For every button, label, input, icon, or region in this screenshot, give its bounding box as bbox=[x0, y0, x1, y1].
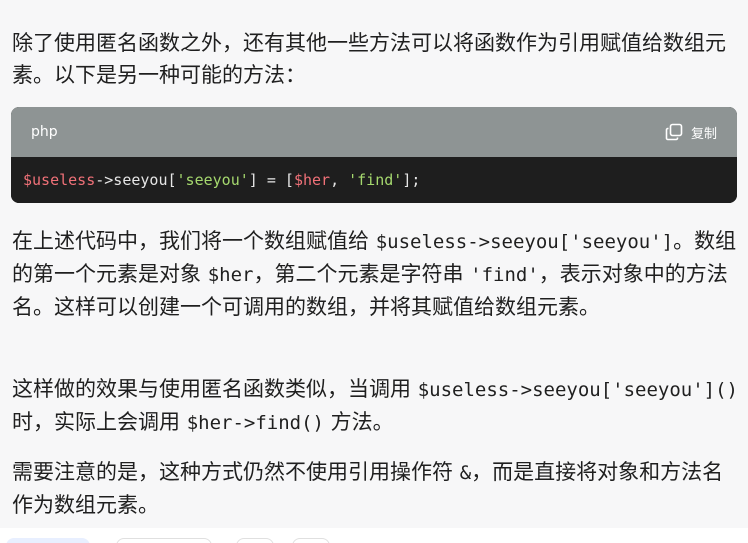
intro-paragraph: 除了使用匿名函数之外，还有其他一些方法可以将函数作为引用赋值给数组元素。以下是另… bbox=[12, 27, 740, 91]
text-segment: 需要注意的是，这种方式仍然不使用引用操作符 bbox=[12, 460, 460, 484]
inline-code: $useless->seeyou['seeyou']() bbox=[417, 379, 738, 401]
code-language-label: php bbox=[31, 124, 58, 140]
action-button[interactable] bbox=[236, 538, 274, 543]
intro-text: 除了使用匿名函数之外，还有其他一些方法可以将函数作为引用赋值给数组元素。以下是另… bbox=[12, 31, 726, 87]
text-segment: 在上述代码中，我们将一个数组赋值给 bbox=[12, 229, 376, 253]
code-block: php 复制 $useless ->seeyou['seeyou'] = [$he… bbox=[11, 107, 737, 203]
text-segment: 方法。 bbox=[323, 410, 394, 434]
text-segment: 时，实际上会调用 bbox=[12, 410, 187, 434]
text-segment: ，第二个元素是字符串 bbox=[253, 262, 471, 286]
code-token-variable: $useless bbox=[23, 171, 96, 189]
code-content: $useless ->seeyou['seeyou'] = [$her, 'fin… bbox=[11, 157, 737, 203]
effect-paragraph: 这样做的效果与使用匿名函数类似，当调用 $useless->seeyou['se… bbox=[12, 373, 740, 439]
action-button[interactable] bbox=[6, 538, 90, 543]
action-bar bbox=[0, 528, 748, 543]
copy-code-button[interactable]: 复制 bbox=[665, 123, 717, 142]
text-segment: 这样做的效果与使用匿名函数类似，当调用 bbox=[12, 377, 418, 401]
assistant-message: 除了使用匿名函数之外，还有其他一些方法可以将函数作为引用赋值给数组元素。以下是另… bbox=[0, 0, 748, 528]
action-button[interactable] bbox=[292, 538, 330, 543]
explanation-paragraph: 在上述代码中，我们将一个数组赋值给 $useless->seeyou['seey… bbox=[12, 225, 740, 323]
inline-code: 'find' bbox=[470, 264, 539, 286]
code-token-string: 'find' bbox=[348, 171, 403, 189]
code-token: ]; bbox=[402, 171, 421, 189]
inline-code: $her bbox=[207, 264, 254, 286]
copy-label: 复制 bbox=[690, 126, 717, 142]
code-token: ->seeyou[ bbox=[95, 171, 177, 189]
code-token-string: 'seeyou' bbox=[176, 171, 249, 189]
code-block-header: php 复制 bbox=[11, 107, 737, 157]
code-token-variable: $her bbox=[293, 171, 331, 189]
copy-icon bbox=[665, 123, 683, 141]
note-paragraph: 需要注意的是，这种方式仍然不使用引用操作符 &，而是直接将对象和方法名作为数组元… bbox=[12, 456, 740, 521]
action-button[interactable] bbox=[116, 538, 212, 543]
inline-code: $useless->seeyou['seeyou'] bbox=[375, 231, 674, 253]
inline-code: & bbox=[459, 462, 472, 484]
inline-code: $her->find() bbox=[186, 412, 324, 434]
code-token: , bbox=[330, 171, 349, 189]
code-token: ] = [ bbox=[248, 171, 294, 189]
